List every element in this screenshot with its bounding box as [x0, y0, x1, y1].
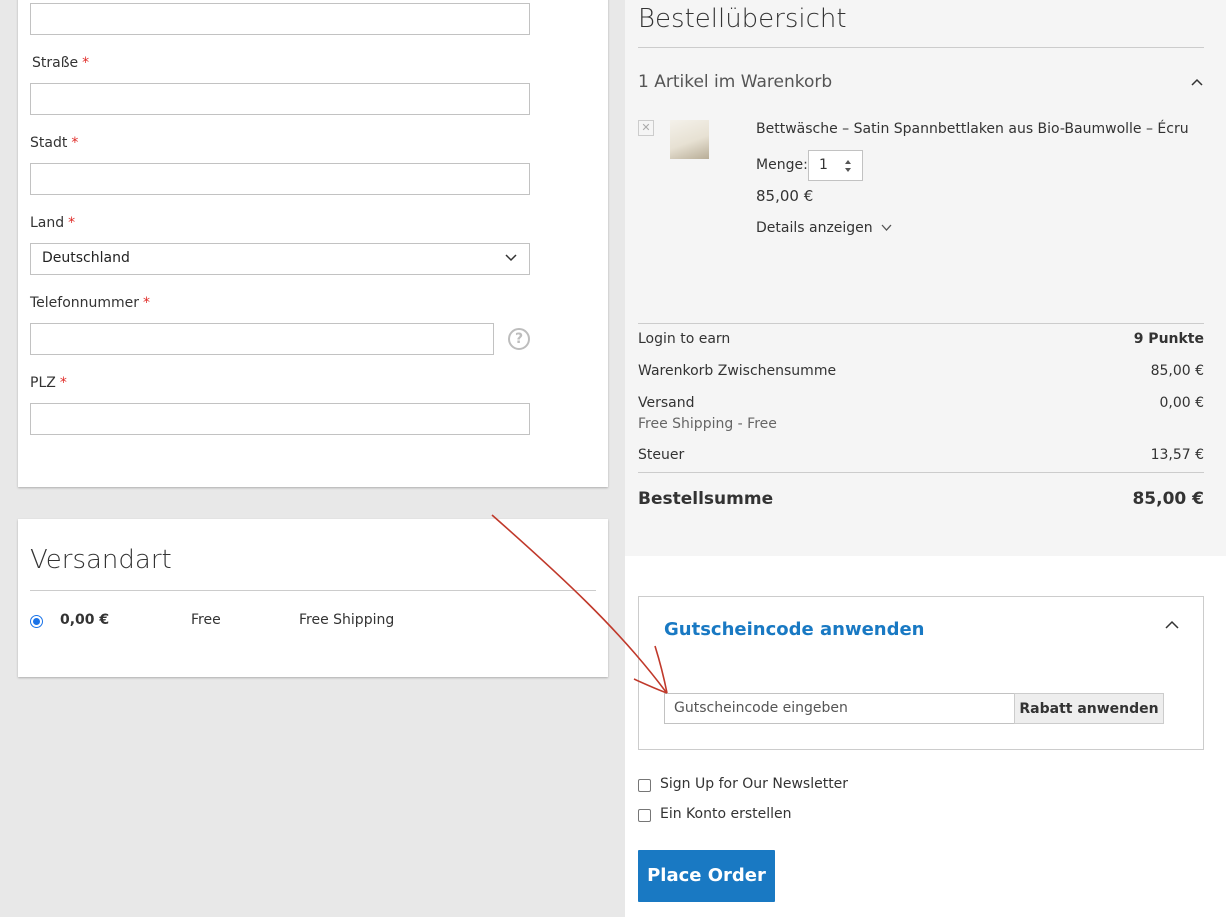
help-icon[interactable]: ?: [508, 328, 530, 350]
shipping-method-section: Versandart 0,00 € Free Free Shipping: [18, 519, 608, 677]
street-input[interactable]: [30, 83, 530, 115]
remove-item-icon[interactable]: ✕: [638, 120, 654, 136]
divider: [638, 472, 1204, 473]
spinner-icon[interactable]: [844, 159, 852, 173]
country-select[interactable]: Deutschland: [30, 243, 530, 275]
qty-label: Menge:: [756, 157, 808, 173]
shipping-method-name: Free: [191, 612, 221, 628]
country-label: Land *: [30, 215, 75, 231]
zip-label: PLZ *: [30, 375, 67, 391]
coupon-placeholder: Gutscheincode eingeben: [674, 700, 848, 716]
phone-label: Telefonnummer *: [30, 295, 150, 311]
chevron-down-icon: [881, 224, 892, 231]
place-order-button[interactable]: Place Order: [638, 850, 775, 902]
shipping-price: 0,00 €: [60, 612, 110, 628]
shipping-radio[interactable]: [30, 615, 43, 628]
details-toggle[interactable]: Details anzeigen: [756, 220, 892, 236]
product-name: Bettwäsche – Satin Spannbettlaken aus Bi…: [756, 121, 1189, 137]
apply-discount-button[interactable]: Rabatt anwenden: [1014, 693, 1164, 724]
grand-total-label: Bestellsumme: [638, 489, 774, 509]
shipping-total-sublabel: Free Shipping - Free: [638, 416, 777, 432]
coupon-section: Gutscheincode anwenden Gutscheincode ein…: [638, 596, 1204, 750]
shipping-address-form: Straße * Stadt * Land * Deutschland Telefon…: [18, 0, 608, 487]
shipping-total-value: 0,00 €: [1159, 395, 1204, 411]
divider: [30, 590, 596, 591]
newsletter-label[interactable]: Sign Up for Our Newsletter: [660, 776, 848, 792]
subtotal-label: Warenkorb Zwischensumme: [638, 363, 837, 379]
country-label-text: Land: [30, 215, 65, 231]
coupon-title[interactable]: Gutscheincode anwenden: [664, 619, 925, 640]
quantity-value: 1: [819, 157, 828, 173]
required-marker: *: [71, 135, 79, 151]
phone-input[interactable]: [30, 323, 494, 355]
shipping-carrier: Free Shipping: [299, 612, 395, 628]
shipping-total-label: Versand: [638, 395, 695, 411]
shipping-method-title: Versandart: [30, 545, 172, 575]
required-marker: *: [82, 55, 90, 71]
chevron-up-icon[interactable]: [1191, 77, 1203, 89]
grand-total-value: 85,00 €: [1132, 489, 1204, 509]
cart-items-toggle[interactable]: 1 Artikel im Warenkorb: [638, 72, 832, 92]
chevron-down-icon: [505, 254, 517, 262]
country-select-value: Deutschland: [42, 250, 130, 266]
chevron-up-icon[interactable]: [1165, 619, 1179, 631]
phone-label-text: Telefonnummer: [30, 295, 140, 311]
city-label: Stadt *: [30, 135, 78, 151]
points-label: Login to earn: [638, 331, 731, 347]
points-value: 9 Punkte: [1133, 331, 1204, 347]
tax-label: Steuer: [638, 447, 685, 463]
street-label-text: Straße: [32, 55, 79, 71]
product-price: 85,00 €: [756, 187, 814, 205]
product-thumbnail: [670, 120, 709, 159]
city-input[interactable]: [30, 163, 530, 195]
street-label: Straße *: [32, 55, 89, 71]
address-line-input[interactable]: [30, 3, 530, 35]
zip-input[interactable]: [30, 403, 530, 435]
details-link-text: Details anzeigen: [756, 220, 873, 236]
required-marker: *: [68, 215, 76, 231]
required-marker: *: [59, 375, 67, 391]
zip-label-text: PLZ: [30, 375, 56, 391]
create-account-label[interactable]: Ein Konto erstellen: [660, 806, 792, 822]
tax-value: 13,57 €: [1150, 447, 1204, 463]
city-label-text: Stadt: [30, 135, 68, 151]
newsletter-checkbox[interactable]: [638, 779, 651, 792]
quantity-input[interactable]: 1: [808, 150, 863, 181]
coupon-input[interactable]: Gutscheincode eingeben: [664, 693, 1015, 724]
summary-title: Bestellübersicht: [638, 4, 847, 34]
divider: [638, 323, 1204, 324]
required-marker: *: [143, 295, 151, 311]
divider: [638, 47, 1204, 48]
subtotal-value: 85,00 €: [1150, 363, 1204, 379]
create-account-checkbox[interactable]: [638, 809, 651, 822]
